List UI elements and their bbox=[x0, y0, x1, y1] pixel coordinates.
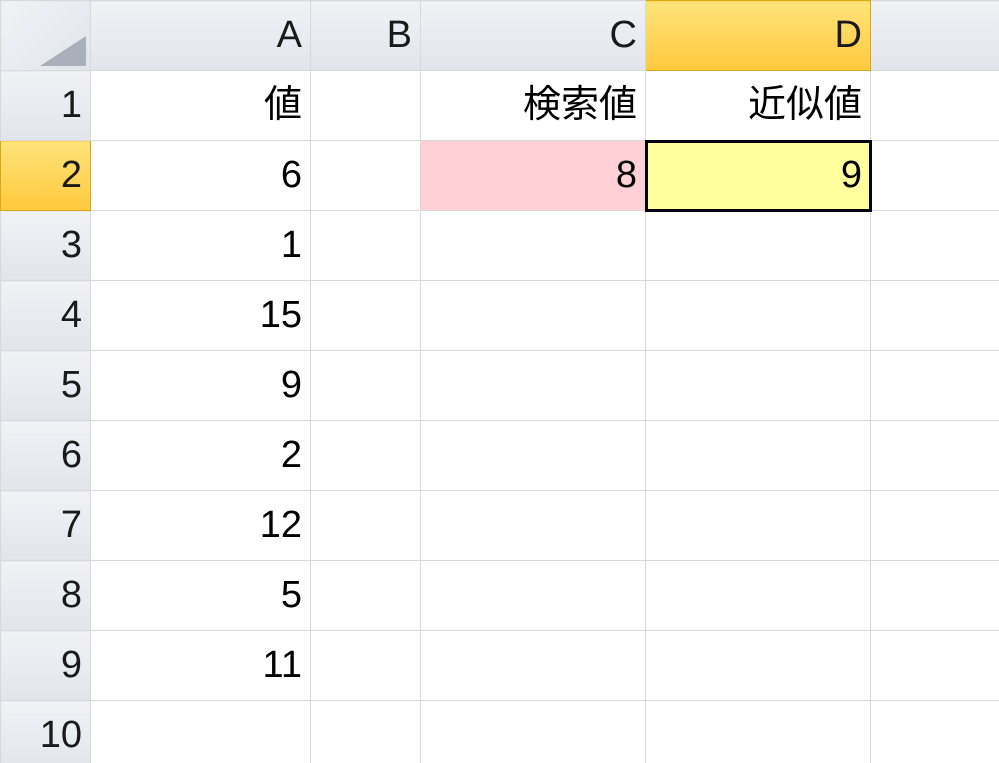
cell-C2[interactable]: 8 bbox=[421, 141, 646, 211]
cell-E9[interactable] bbox=[871, 631, 999, 701]
row-6: 6 2 bbox=[1, 421, 999, 491]
cell-B9[interactable] bbox=[311, 631, 421, 701]
cell-D4[interactable] bbox=[646, 281, 871, 351]
cell-A7[interactable]: 12 bbox=[91, 491, 311, 561]
cell-C5[interactable] bbox=[421, 351, 646, 421]
cell-B10[interactable] bbox=[311, 701, 421, 763]
cell-B5[interactable] bbox=[311, 351, 421, 421]
grid[interactable]: A B C D 1 値 検索値 近似値 2 6 8 9 3 1 4 15 bbox=[0, 0, 999, 763]
row-header-4[interactable]: 4 bbox=[1, 281, 91, 351]
cell-C7[interactable] bbox=[421, 491, 646, 561]
cell-E5[interactable] bbox=[871, 351, 999, 421]
row-header-2[interactable]: 2 bbox=[1, 141, 91, 211]
row-header-5[interactable]: 5 bbox=[1, 351, 91, 421]
cell-C6[interactable] bbox=[421, 421, 646, 491]
select-all-corner[interactable] bbox=[1, 1, 91, 71]
cell-A6[interactable]: 2 bbox=[91, 421, 311, 491]
cell-A4[interactable]: 15 bbox=[91, 281, 311, 351]
row-4: 4 15 bbox=[1, 281, 999, 351]
cell-C8[interactable] bbox=[421, 561, 646, 631]
row-7: 7 12 bbox=[1, 491, 999, 561]
spreadsheet-view[interactable]: A B C D 1 値 検索値 近似値 2 6 8 9 3 1 4 15 bbox=[0, 0, 999, 763]
col-header-D[interactable]: D bbox=[646, 1, 871, 71]
row-3: 3 1 bbox=[1, 211, 999, 281]
cell-A8[interactable]: 5 bbox=[91, 561, 311, 631]
cell-B8[interactable] bbox=[311, 561, 421, 631]
row-header-3[interactable]: 3 bbox=[1, 211, 91, 281]
cell-B1[interactable] bbox=[311, 71, 421, 141]
cell-D1[interactable]: 近似値 bbox=[646, 71, 871, 141]
cell-A3[interactable]: 1 bbox=[91, 211, 311, 281]
cell-A2[interactable]: 6 bbox=[91, 141, 311, 211]
cell-D3[interactable] bbox=[646, 211, 871, 281]
cell-A1[interactable]: 値 bbox=[91, 71, 311, 141]
row-header-7[interactable]: 7 bbox=[1, 491, 91, 561]
cell-D2[interactable]: 9 bbox=[646, 141, 871, 211]
cell-E2[interactable] bbox=[871, 141, 999, 211]
cell-D6[interactable] bbox=[646, 421, 871, 491]
row-header-10[interactable]: 10 bbox=[1, 701, 91, 763]
row-8: 8 5 bbox=[1, 561, 999, 631]
cell-C3[interactable] bbox=[421, 211, 646, 281]
row-5: 5 9 bbox=[1, 351, 999, 421]
cell-E4[interactable] bbox=[871, 281, 999, 351]
cell-C9[interactable] bbox=[421, 631, 646, 701]
cell-C4[interactable] bbox=[421, 281, 646, 351]
col-header-C[interactable]: C bbox=[421, 1, 646, 71]
cell-C1[interactable]: 検索値 bbox=[421, 71, 646, 141]
row-header-1[interactable]: 1 bbox=[1, 71, 91, 141]
row-2: 2 6 8 9 bbox=[1, 141, 999, 211]
cell-B7[interactable] bbox=[311, 491, 421, 561]
cell-B3[interactable] bbox=[311, 211, 421, 281]
row-10: 10 bbox=[1, 701, 999, 763]
cell-E8[interactable] bbox=[871, 561, 999, 631]
cell-C10[interactable] bbox=[421, 701, 646, 763]
row-header-9[interactable]: 9 bbox=[1, 631, 91, 701]
cell-B6[interactable] bbox=[311, 421, 421, 491]
cell-A9[interactable]: 11 bbox=[91, 631, 311, 701]
cell-B4[interactable] bbox=[311, 281, 421, 351]
cell-E6[interactable] bbox=[871, 421, 999, 491]
cell-D7[interactable] bbox=[646, 491, 871, 561]
cell-D8[interactable] bbox=[646, 561, 871, 631]
row-1: 1 値 検索値 近似値 bbox=[1, 71, 999, 141]
col-header-A[interactable]: A bbox=[91, 1, 311, 71]
cell-E10[interactable] bbox=[871, 701, 999, 763]
row-header-8[interactable]: 8 bbox=[1, 561, 91, 631]
cell-E7[interactable] bbox=[871, 491, 999, 561]
cell-D9[interactable] bbox=[646, 631, 871, 701]
cell-E3[interactable] bbox=[871, 211, 999, 281]
column-header-row: A B C D bbox=[1, 1, 999, 71]
cell-B2[interactable] bbox=[311, 141, 421, 211]
cell-A10[interactable] bbox=[91, 701, 311, 763]
col-header-B[interactable]: B bbox=[311, 1, 421, 71]
cell-D10[interactable] bbox=[646, 701, 871, 763]
cell-D5[interactable] bbox=[646, 351, 871, 421]
cell-E1[interactable] bbox=[871, 71, 999, 141]
row-9: 9 11 bbox=[1, 631, 999, 701]
col-header-extra[interactable] bbox=[871, 1, 999, 71]
row-header-6[interactable]: 6 bbox=[1, 421, 91, 491]
cell-A5[interactable]: 9 bbox=[91, 351, 311, 421]
